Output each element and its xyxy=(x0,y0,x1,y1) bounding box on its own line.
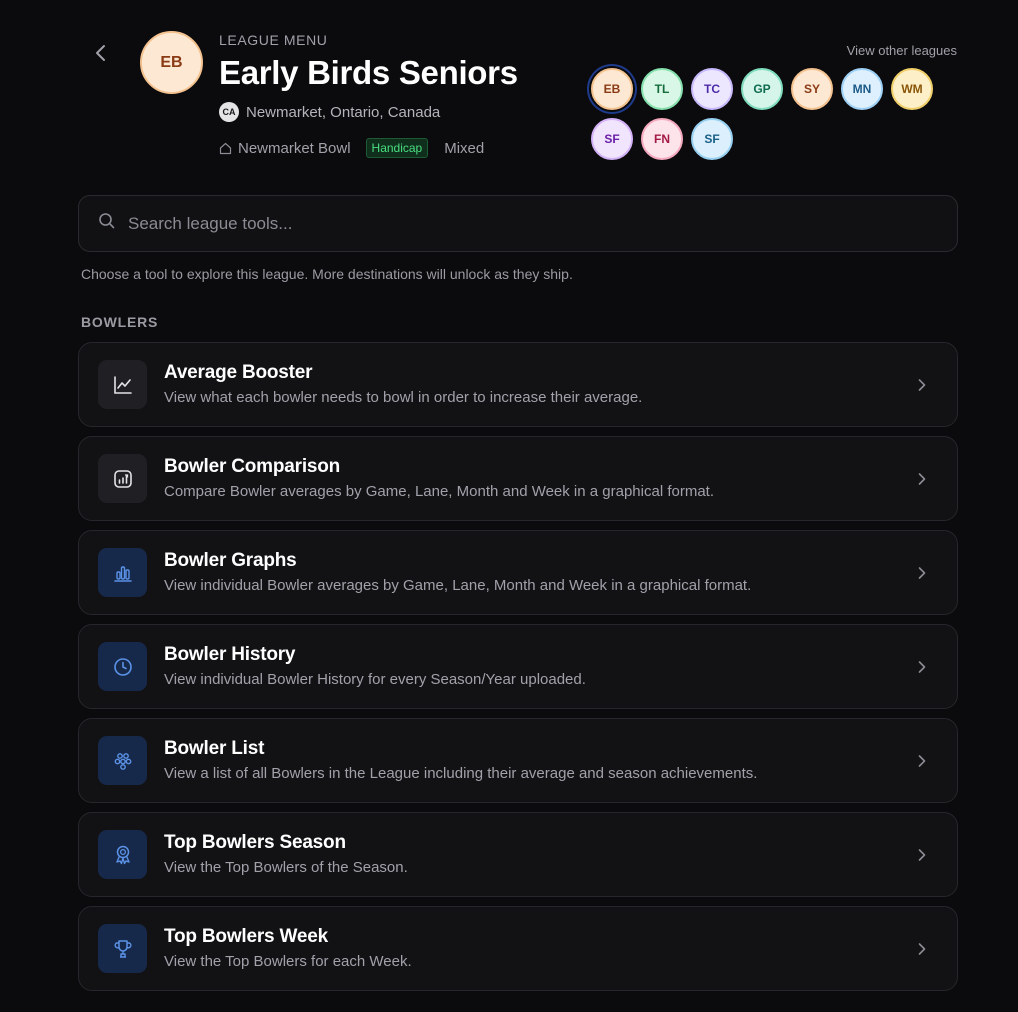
view-other-leagues-link[interactable]: View other leagues xyxy=(847,43,957,58)
league-chip-tc[interactable]: TC xyxy=(691,68,733,110)
trophy-icon xyxy=(98,924,147,973)
chevron-right-icon xyxy=(917,753,927,774)
bar-chart-icon xyxy=(98,548,147,597)
league-chip-tl[interactable]: TL xyxy=(641,68,683,110)
tool-description: View the Top Bowlers of the Season. xyxy=(164,859,408,876)
section-label-bowlers: BOWLERS xyxy=(81,314,159,330)
house-icon xyxy=(219,142,232,155)
chevron-right-icon xyxy=(917,847,927,868)
page-title: Early Birds Seniors xyxy=(219,54,518,91)
tool-title: Bowler Comparison xyxy=(164,456,341,477)
league-chip-fn[interactable]: FN xyxy=(641,118,683,160)
meta-row: Newmarket Bowl Handicap Mixed xyxy=(219,138,518,158)
location-row: CA Newmarket, Ontario, Canada xyxy=(219,102,518,122)
tool-title: Bowler Graphs xyxy=(164,550,297,571)
clock-icon xyxy=(98,642,147,691)
league-chip-sf[interactable]: SF xyxy=(691,118,733,160)
award-icon xyxy=(98,830,147,879)
tool-title: Average Booster xyxy=(164,362,313,383)
chevron-right-icon xyxy=(917,377,927,398)
country-flag-icon: CA xyxy=(219,102,239,122)
search-bar[interactable] xyxy=(78,195,958,252)
tool-card-top-bowlers-week[interactable]: Top Bowlers Week View the Top Bowlers for… xyxy=(78,906,958,991)
tool-card-average-booster[interactable]: Average Booster View what each bowler nee… xyxy=(78,342,958,427)
line-chart-icon xyxy=(98,360,147,409)
tool-description: View individual Bowler averages by Game,… xyxy=(164,577,752,594)
tool-list: Average Booster View what each bowler nee… xyxy=(78,342,958,1000)
venue-text: Newmarket Bowl xyxy=(238,139,351,157)
tool-title: Bowler List xyxy=(164,738,265,759)
tool-description: View individual Bowler History for every… xyxy=(164,671,586,688)
chevron-left-icon xyxy=(94,44,108,67)
gender-text: Mixed xyxy=(444,139,485,157)
users-icon xyxy=(98,736,147,785)
league-chip-eb[interactable]: EB xyxy=(591,68,633,110)
tool-title: Top Bowlers Season xyxy=(164,832,346,853)
tool-card-top-bowlers-season[interactable]: Top Bowlers Season View the Top Bowlers o… xyxy=(78,812,958,897)
tool-text: Top Bowlers Week View the Top Bowlers for… xyxy=(164,926,412,971)
tool-card-bowler-graphs[interactable]: Bowler Graphs View individual Bowler aver… xyxy=(78,530,958,615)
search-input[interactable] xyxy=(128,213,888,234)
chevron-right-icon xyxy=(917,659,927,680)
tool-text: Bowler History View individual Bowler His… xyxy=(164,644,586,689)
tool-title: Top Bowlers Week xyxy=(164,926,328,947)
league-chip-gp[interactable]: GP xyxy=(741,68,783,110)
league-chip-sf[interactable]: SF xyxy=(591,118,633,160)
location-text: Newmarket, Ontario, Canada xyxy=(246,103,441,121)
tool-text: Bowler List View a list of all Bowlers in… xyxy=(164,738,757,783)
tool-title: Bowler History xyxy=(164,644,296,665)
tool-card-bowler-history[interactable]: Bowler History View individual Bowler His… xyxy=(78,624,958,709)
league-chip-mn[interactable]: MN xyxy=(841,68,883,110)
chevron-right-icon xyxy=(917,471,927,492)
league-menu-eyebrow: LEAGUE MENU xyxy=(219,32,328,48)
league-avatar: EB xyxy=(140,31,203,94)
tool-text: Bowler Graphs View individual Bowler aver… xyxy=(164,550,751,595)
tool-description: Compare Bowler averages by Game, Lane, M… xyxy=(164,483,715,500)
tool-card-bowler-comparison[interactable]: Bowler Comparison Compare Bowler averages… xyxy=(78,436,958,521)
league-chip-wm[interactable]: WM xyxy=(891,68,933,110)
league-header: LEAGUE MENU Early Birds Seniors CA Newma… xyxy=(219,32,518,158)
search-icon xyxy=(98,212,116,235)
tool-text: Bowler Comparison Compare Bowler averages… xyxy=(164,456,714,501)
tool-description: View a list of all Bowlers in the League… xyxy=(164,765,758,782)
chevron-right-icon xyxy=(917,565,927,586)
tool-text: Top Bowlers Season View the Top Bowlers o… xyxy=(164,832,408,877)
tool-text: Average Booster View what each bowler nee… xyxy=(164,362,642,407)
tool-card-bowler-list[interactable]: Bowler List View a list of all Bowlers in… xyxy=(78,718,958,803)
handicap-badge: Handicap xyxy=(365,138,429,158)
chart-box-icon xyxy=(98,454,147,503)
tool-description: View what each bowler needs to bowl in o… xyxy=(164,389,643,406)
back-button[interactable] xyxy=(90,44,112,66)
search-helper-text: Choose a tool to explore this league. Mo… xyxy=(81,266,573,282)
league-chip-sy[interactable]: SY xyxy=(791,68,833,110)
chevron-right-icon xyxy=(917,941,927,962)
tool-description: View the Top Bowlers for each Week. xyxy=(164,953,412,970)
